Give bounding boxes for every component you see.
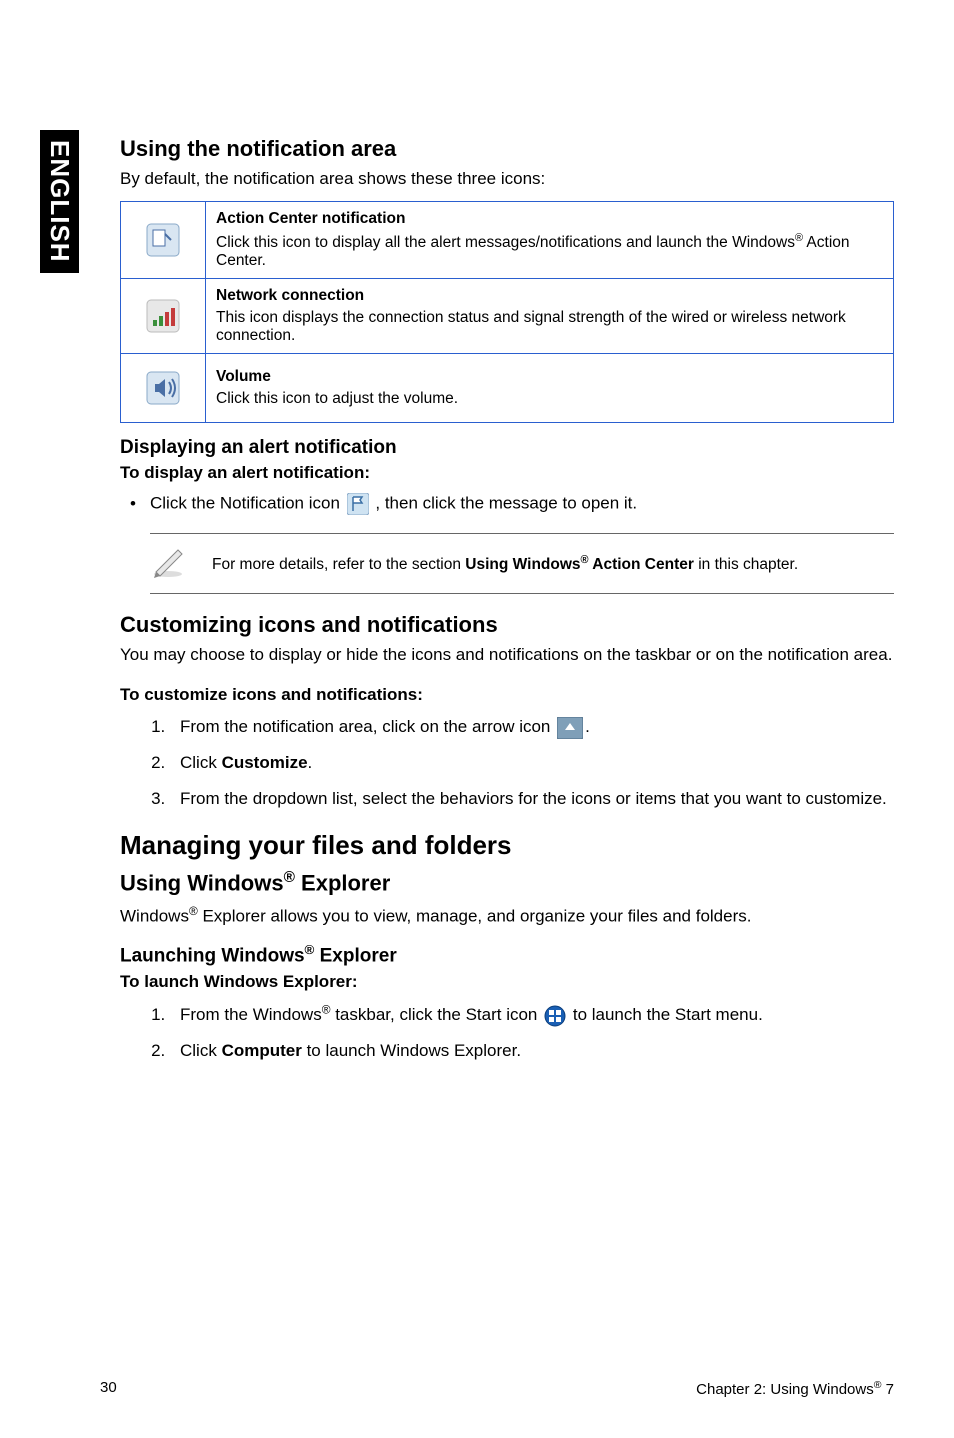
language-side-tab: ENGLISH <box>40 130 79 273</box>
alert-step-text: Click the Notification icon , then click… <box>150 493 637 515</box>
table-row: Volume Click this icon to adjust the vol… <box>121 354 894 423</box>
displaying-alert-heading: Displaying an alert notification <box>120 437 894 459</box>
volume-icon <box>143 368 183 408</box>
volume-title: Volume <box>216 368 883 386</box>
note-text: For more details, refer to the section U… <box>212 554 798 574</box>
launching-explorer-heading: Launching Windows® Explorer <box>120 942 894 967</box>
arrow-tray-icon <box>557 717 583 739</box>
icon-cell-volume <box>121 354 206 423</box>
icon-cell-network <box>121 279 206 354</box>
start-orb-icon <box>544 1005 566 1027</box>
pencil-note-icon <box>150 544 190 583</box>
section-heading-managing-files: Managing your files and folders <box>120 830 894 861</box>
bullet-marker: • <box>130 494 150 514</box>
main-content: Using the notification area By default, … <box>120 136 894 1063</box>
step-item: From the notification area, click on the… <box>170 715 894 739</box>
explorer-intro: Windows® Explorer allows you to view, ma… <box>120 903 894 929</box>
notification-flag-icon <box>347 493 369 515</box>
page: ENGLISH Using the notification area By d… <box>0 0 954 1438</box>
action-center-title: Action Center notification <box>216 210 883 228</box>
alert-bullet: • Click the Notification icon , then cli… <box>130 493 894 515</box>
section-heading-customizing: Customizing icons and notifications <box>120 612 894 638</box>
using-explorer-heading: Using Windows® Explorer <box>120 869 894 896</box>
notification-icons-table: Action Center notification Click this ic… <box>120 201 894 423</box>
notification-area-intro: By default, the notification area shows … <box>120 168 894 191</box>
step-3-text: From the dropdown list, select the behav… <box>180 789 887 808</box>
action-center-desc-cell: Action Center notification Click this ic… <box>206 201 894 278</box>
to-customize-sub: To customize icons and notifications: <box>120 685 894 705</box>
launch-step-1-text: From the Windows® taskbar, click the Sta… <box>180 1005 763 1024</box>
step-item: From the Windows® taskbar, click the Sta… <box>170 1002 894 1027</box>
section-heading-notification-area: Using the notification area <box>120 136 894 162</box>
page-number: 30 <box>100 1379 117 1398</box>
action-center-icon <box>143 220 183 260</box>
network-title: Network connection <box>216 287 883 305</box>
to-launch-explorer: To launch Windows Explorer: <box>120 972 894 992</box>
table-row: Action Center notification Click this ic… <box>121 201 894 278</box>
table-row: Network connection This icon displays th… <box>121 279 894 354</box>
step-item: From the dropdown list, select the behav… <box>170 787 894 811</box>
volume-desc-cell: Volume Click this icon to adjust the vol… <box>206 354 894 423</box>
customizing-intro: You may choose to display or hide the ic… <box>120 644 894 667</box>
launch-step-2-text: Click Computer to launch Windows Explore… <box>180 1041 521 1060</box>
step-item: Click Computer to launch Windows Explore… <box>170 1039 894 1063</box>
volume-desc: Click this icon to adjust the volume. <box>216 390 883 408</box>
page-footer: 30 Chapter 2: Using Windows® 7 <box>100 1379 894 1398</box>
icon-cell-action-center <box>121 201 206 278</box>
action-center-desc: Click this icon to display all the alert… <box>216 232 883 270</box>
note-box: For more details, refer to the section U… <box>150 533 894 594</box>
network-desc-cell: Network connection This icon displays th… <box>206 279 894 354</box>
customize-steps: From the notification area, click on the… <box>170 715 894 810</box>
network-icon <box>143 296 183 336</box>
network-desc: This icon displays the connection status… <box>216 309 883 345</box>
to-display-alert: To display an alert notification: <box>120 463 894 483</box>
launch-steps: From the Windows® taskbar, click the Sta… <box>170 1002 894 1063</box>
step-2-text: Click Customize. <box>180 753 312 772</box>
step-item: Click Customize. <box>170 751 894 775</box>
chapter-label: Chapter 2: Using Windows® 7 <box>696 1379 894 1398</box>
step-1-text: From the notification area, click on the… <box>180 717 590 736</box>
